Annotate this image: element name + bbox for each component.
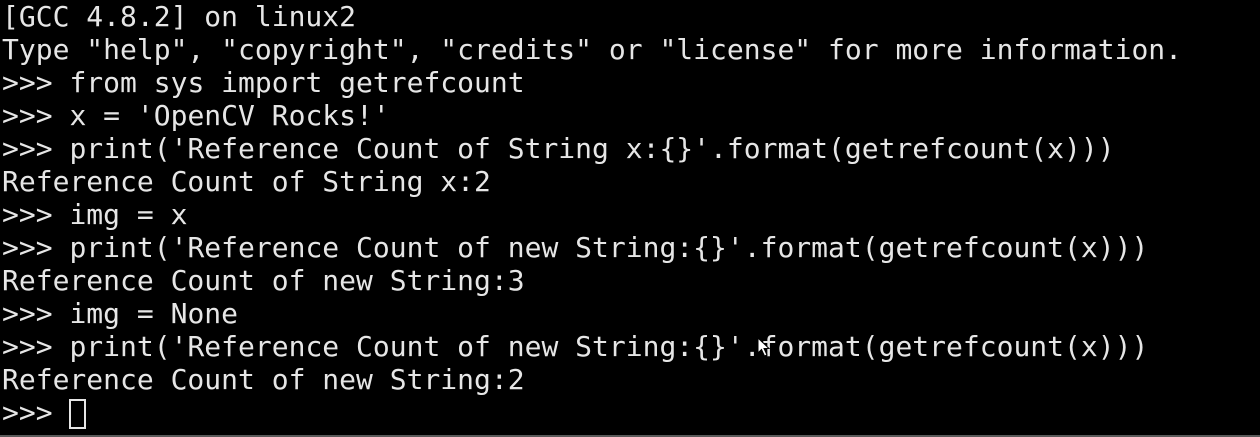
active-prompt: >>> [2, 396, 70, 429]
prompt: >>> [2, 66, 70, 99]
text-cursor-block-icon [69, 399, 87, 429]
terminal-input-line: >>> x = 'OpenCV Rocks!' [2, 99, 1260, 132]
terminal-history: [GCC 4.8.2] on linux2 Type "help", "copyr… [0, 0, 1260, 396]
terminal-output-line: Reference Count of new String:3 [2, 264, 525, 297]
terminal-output-line: Reference Count of String x:2 [2, 165, 491, 198]
mouse-pointer-icon [757, 337, 771, 357]
terminal-output-line: Type "help", "copyright", "credits" or "… [2, 33, 1183, 66]
command-text: from sys import getrefcount [69, 66, 525, 99]
terminal-input-line: >>> from sys import getrefcount [2, 66, 1260, 99]
terminal-input-line: >>> img = x [2, 198, 1260, 231]
prompt: >>> [2, 297, 70, 330]
prompt: >>> [2, 132, 70, 165]
terminal-output-line: Reference Count of new String:2 [2, 363, 525, 396]
prompt: >>> [2, 330, 70, 363]
terminal-input-line: >>> img = None [2, 297, 1260, 330]
command-text: img = x [69, 198, 188, 231]
terminal-input-line: >>> print('Reference Count of String x:{… [2, 132, 1260, 165]
command-text: x = 'OpenCV Rocks!' [69, 99, 390, 132]
command-text: print('Reference Count of String x:{}'.f… [69, 132, 1115, 165]
command-text: print('Reference Count of new String:{}'… [69, 231, 1149, 264]
terminal-input-line: >>> print('Reference Count of new String… [2, 231, 1260, 264]
prompt: >>> [2, 99, 70, 132]
terminal-output-line: [GCC 4.8.2] on linux2 [2, 0, 357, 33]
command-text: print('Reference Count of new String:{}'… [69, 330, 1149, 363]
terminal-input-line: >>> print('Reference Count of new String… [2, 330, 1260, 363]
prompt: >>> [2, 198, 70, 231]
terminal-window[interactable]: [GCC 4.8.2] on linux2 Type "help", "copyr… [0, 0, 1260, 437]
prompt: >>> [2, 231, 70, 264]
command-text: img = None [69, 297, 239, 330]
active-input-line[interactable]: >>> [2, 396, 1260, 429]
